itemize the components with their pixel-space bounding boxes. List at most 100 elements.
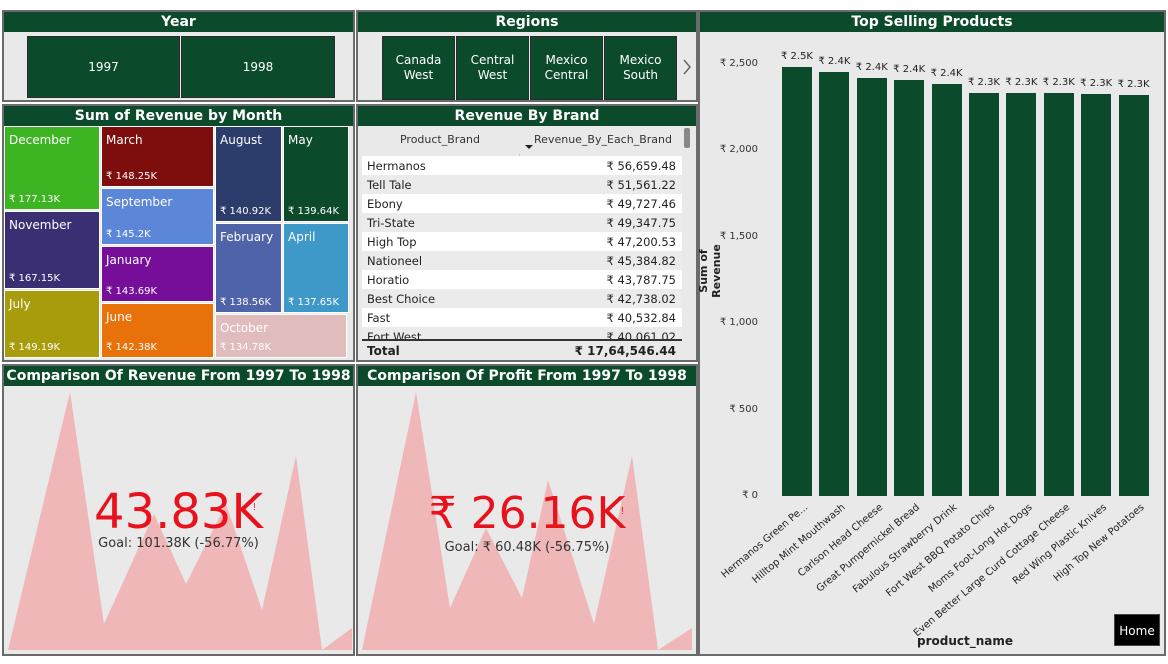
- table-row[interactable]: Hermanos ₹ 56,659.48: [362, 156, 682, 175]
- treemap-tile-april[interactable]: April ₹ 137.65K: [283, 223, 349, 313]
- treemap-tile-value: ₹ 134.78K: [220, 342, 272, 353]
- bar-5[interactable]: [931, 83, 962, 496]
- treemap-tile-value: ₹ 149.19K: [9, 342, 61, 353]
- region-line: Mexico: [619, 53, 662, 67]
- bar-2[interactable]: [819, 72, 850, 496]
- treemap-tile-value: ₹ 148.25K: [106, 171, 158, 182]
- bar-4[interactable]: [894, 79, 925, 496]
- col-header-revenue[interactable]: Revenue_By_Each_Brand: [522, 126, 684, 152]
- chart-title: Top Selling Products: [700, 12, 1164, 32]
- table-row[interactable]: Best Choice ₹ 42,738.02: [362, 289, 682, 308]
- treemap-tile-october[interactable]: October ₹ 134.78K: [215, 314, 347, 358]
- brand-cell: High Top: [367, 235, 417, 249]
- brand-cell: Best Choice: [367, 292, 436, 306]
- col-header-brand[interactable]: Product_Brand: [362, 126, 518, 152]
- region-option-mexico-south[interactable]: Mexico South: [604, 36, 677, 100]
- brand-cell: Hermanos: [367, 159, 426, 173]
- y-tick-label: ₹ 2,500: [719, 58, 758, 69]
- y-tick-label: ₹ 2,000: [719, 144, 758, 156]
- table-row[interactable]: Ebony ₹ 49,727.46: [362, 194, 682, 213]
- treemap-tile-september[interactable]: September ₹ 145.2K: [101, 188, 214, 245]
- treemap-tile-february[interactable]: February ₹ 138.56K: [215, 223, 282, 313]
- revenue-cell: ₹ 56,659.48: [606, 159, 677, 173]
- year-slicer: Year 1997 1998: [2, 10, 355, 102]
- bar-7[interactable]: [1006, 93, 1037, 496]
- treemap-tile-label: December: [9, 133, 72, 147]
- brand-cell: Ebony: [367, 197, 403, 211]
- treemap-tile-value: ₹ 167.15K: [9, 273, 61, 284]
- bar-1[interactable]: [782, 67, 812, 496]
- profit-kpi-title: Comparison Of Profit From 1997 To 1998: [358, 366, 696, 386]
- table-row[interactable]: Nationeel ₹ 45,384.82: [362, 251, 682, 270]
- treemap-tile-label: July: [9, 297, 31, 311]
- bar-10[interactable]: [1118, 95, 1149, 496]
- y-tick-label: ₹ 500: [729, 403, 758, 415]
- bar-9[interactable]: [1081, 93, 1112, 496]
- treemap-tile-label: January: [106, 253, 152, 267]
- revenue-cell: ₹ 43,787.75: [606, 273, 677, 287]
- table-row[interactable]: Horatio ₹ 43,787.75: [362, 270, 682, 289]
- sort-desc-icon[interactable]: [524, 144, 534, 150]
- x-axis-label: product_name: [916, 634, 1014, 648]
- treemap-tile-march[interactable]: March ₹ 148.25K: [101, 126, 214, 187]
- revenue-kpi-goal: Goal: 101.38K (-56.77%): [98, 536, 259, 551]
- treemap-tile-value: ₹ 177.13K: [9, 194, 61, 205]
- brand-cell: Horatio: [367, 273, 410, 287]
- treemap-tile-value: ₹ 138.56K: [220, 297, 272, 308]
- treemap-tile-august[interactable]: August ₹ 140.92K: [215, 126, 282, 222]
- revenue-cell: ₹ 40,061.02: [606, 330, 677, 339]
- y-tick-label: ₹ 1,500: [719, 230, 758, 242]
- table-row[interactable]: High Top ₹ 47,200.53: [362, 232, 682, 251]
- table-row[interactable]: Fort West ₹ 40,061.02: [362, 327, 682, 339]
- brand-cell: Nationeel: [367, 254, 423, 268]
- treemap-tile-december[interactable]: December ₹ 177.13K: [4, 126, 100, 210]
- treemap-tile-label: October: [220, 321, 269, 335]
- bar-8[interactable]: [1043, 93, 1074, 496]
- region-option-mexico-central[interactable]: Mexico Central: [530, 36, 603, 100]
- brand-cell: Fort West: [367, 330, 422, 339]
- treemap-tile-value: ₹ 139.64K: [288, 206, 340, 217]
- treemap-tile-label: February: [220, 230, 274, 244]
- treemap-tile-value: ₹ 142.38K: [106, 342, 158, 353]
- treemap-tile-may[interactable]: May ₹ 139.64K: [283, 126, 349, 222]
- total-row: Total ₹ 17,64,546.44: [362, 339, 682, 360]
- year-option-1997[interactable]: 1997: [27, 36, 180, 98]
- treemap-tile-june[interactable]: June ₹ 142.38K: [101, 303, 214, 358]
- revenue-kpi-value: 43.83K: [94, 484, 263, 540]
- revenue-cell: ₹ 45,384.82: [606, 254, 677, 268]
- profit-kpi-goal: Goal: ₹ 60.48K (-56.75%): [444, 540, 610, 555]
- scrollbar[interactable]: [684, 128, 690, 148]
- brand-cell: Tell Tale: [367, 178, 412, 192]
- revenue-cell: ₹ 42,738.02: [606, 292, 677, 306]
- revenue-kpi-alert-icon: !: [253, 502, 256, 513]
- profit-kpi-value: ₹ 26.16K: [428, 488, 626, 539]
- treemap-tile-value: ₹ 145.2K: [106, 229, 151, 240]
- revenue-cell: ₹ 49,347.75: [606, 216, 677, 230]
- year-option-1998[interactable]: 1998: [181, 36, 335, 98]
- bar-3[interactable]: [856, 77, 887, 496]
- region-line: West: [403, 68, 434, 82]
- region-line: South: [623, 68, 658, 82]
- table-row[interactable]: Tell Tale ₹ 51,561.22: [362, 175, 682, 194]
- treemap-tile-label: September: [106, 195, 173, 209]
- treemap-tile-value: ₹ 143.69K: [106, 286, 158, 297]
- region-line: Central: [544, 68, 589, 82]
- table-row[interactable]: Fast ₹ 40,532.84: [362, 308, 682, 327]
- region-option-canada-west[interactable]: Canada West: [382, 36, 455, 100]
- revenue-by-month-treemap: Sum of Revenue by Month December ₹ 177.13…: [2, 104, 355, 362]
- treemap-tile-january[interactable]: January ₹ 143.69K: [101, 246, 214, 302]
- revenue-cell: ₹ 40,532.84: [606, 311, 677, 325]
- region-option-central-west[interactable]: Central West: [456, 36, 529, 100]
- treemap-tile-july[interactable]: July ₹ 149.19K: [4, 290, 100, 358]
- bar-6[interactable]: [969, 92, 999, 496]
- brand-cell: Tri-State: [367, 216, 415, 230]
- treemap-tile-november[interactable]: November ₹ 167.15K: [4, 211, 100, 289]
- home-button[interactable]: Home: [1114, 614, 1160, 646]
- total-label: Total: [367, 344, 400, 358]
- table-row[interactable]: Tri-State ₹ 49,347.75: [362, 213, 682, 232]
- revenue-cell: ₹ 51,561.22: [606, 178, 677, 192]
- treemap-tile-label: April: [288, 230, 316, 244]
- chevron-right-icon[interactable]: [681, 58, 693, 76]
- y-tick-label: ₹ 1,000: [719, 317, 758, 329]
- year-slicer-title: Year: [4, 12, 353, 32]
